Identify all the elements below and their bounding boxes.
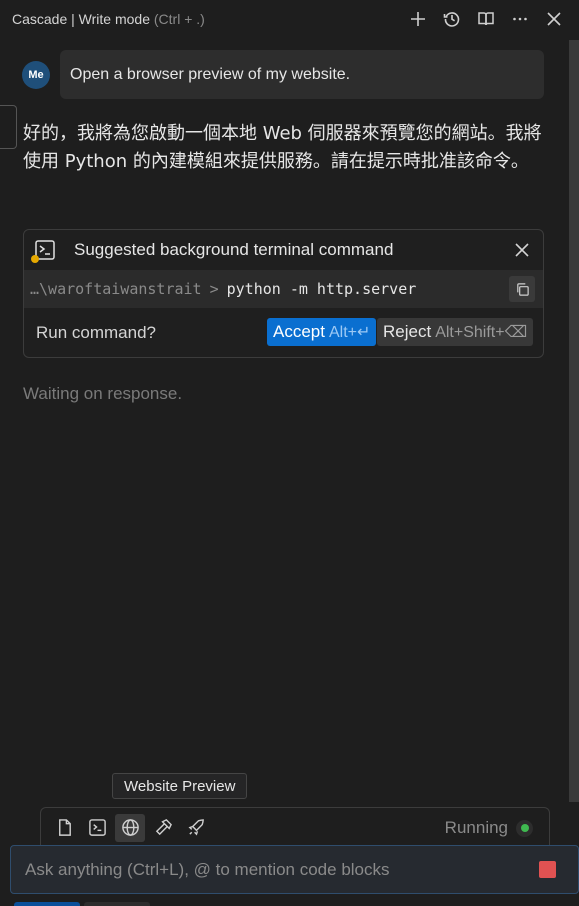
more-icon[interactable] [507, 6, 533, 32]
input-toolbar: Running [40, 807, 550, 847]
plus-icon[interactable] [405, 6, 431, 32]
book-open-icon[interactable] [473, 6, 499, 32]
scrollbar[interactable] [569, 40, 579, 802]
command-card-header: Suggested background terminal command [24, 230, 543, 270]
reject-button[interactable]: Reject Alt+Shift+⌫ [377, 318, 534, 346]
rocket-icon[interactable] [181, 814, 211, 842]
run-command-question: Run command? [36, 322, 157, 342]
copy-icon[interactable] [509, 276, 535, 302]
command-card-footer: Run command? Accept Alt+↵ Reject Alt+Shi… [24, 308, 543, 357]
warning-dot [31, 255, 39, 263]
file-icon[interactable] [49, 814, 79, 842]
edge-handle[interactable] [0, 105, 17, 149]
panel-title-text: Cascade | Write mode [12, 11, 150, 27]
bottom-tabs [14, 900, 150, 906]
user-message: Open a browser preview of my website. [60, 50, 544, 99]
chat-input[interactable] [25, 859, 539, 880]
command-path: …\waroftaiwanstrait [30, 280, 202, 298]
stop-button[interactable] [539, 861, 556, 878]
accept-label: Accept [273, 322, 325, 341]
panel-title: Cascade | Write mode (Ctrl + .) [12, 11, 205, 27]
bottom-tab-primary[interactable] [14, 902, 80, 906]
header-actions [405, 6, 567, 32]
user-message-row: Me Open a browser preview of my website. [22, 50, 544, 99]
chat-input-bar [10, 845, 579, 894]
terminal-icon [31, 239, 56, 263]
assistant-message: 好的，我將為您啟動一個本地 Web 伺服器來預覽您的網站。我將使用 Python… [23, 123, 542, 172]
terminal-icon[interactable] [82, 814, 112, 842]
shortcut-hint: (Ctrl + .) [153, 11, 205, 27]
globe-icon[interactable] [115, 813, 145, 842]
command-text: python -m http.server [226, 280, 417, 298]
bottom-tab-secondary[interactable] [84, 902, 150, 906]
close-icon[interactable] [541, 6, 567, 32]
waiting-status: Waiting on response. [23, 384, 183, 403]
avatar: Me [22, 61, 50, 89]
reject-shortcut: Alt+Shift+⌫ [435, 324, 528, 341]
hammer-icon[interactable] [148, 814, 178, 842]
prompt-separator: > [209, 280, 219, 298]
accept-shortcut: Alt+↵ [328, 324, 371, 341]
accept-button[interactable]: Accept Alt+↵ [267, 318, 377, 346]
reject-label: Reject [383, 322, 432, 341]
running-indicator [516, 819, 533, 837]
running-status: Running [445, 818, 533, 838]
running-label: Running [444, 818, 508, 837]
command-card-title: Suggested background terminal command [74, 240, 394, 259]
command-line: …\waroftaiwanstrait > python -m http.ser… [24, 270, 543, 308]
panel-header: Cascade | Write mode (Ctrl + .) [0, 0, 579, 38]
suggested-command-card: Suggested background terminal command …\… [23, 229, 544, 358]
tooltip: Website Preview [112, 773, 248, 799]
history-icon[interactable] [439, 6, 465, 32]
close-icon[interactable] [513, 241, 531, 259]
